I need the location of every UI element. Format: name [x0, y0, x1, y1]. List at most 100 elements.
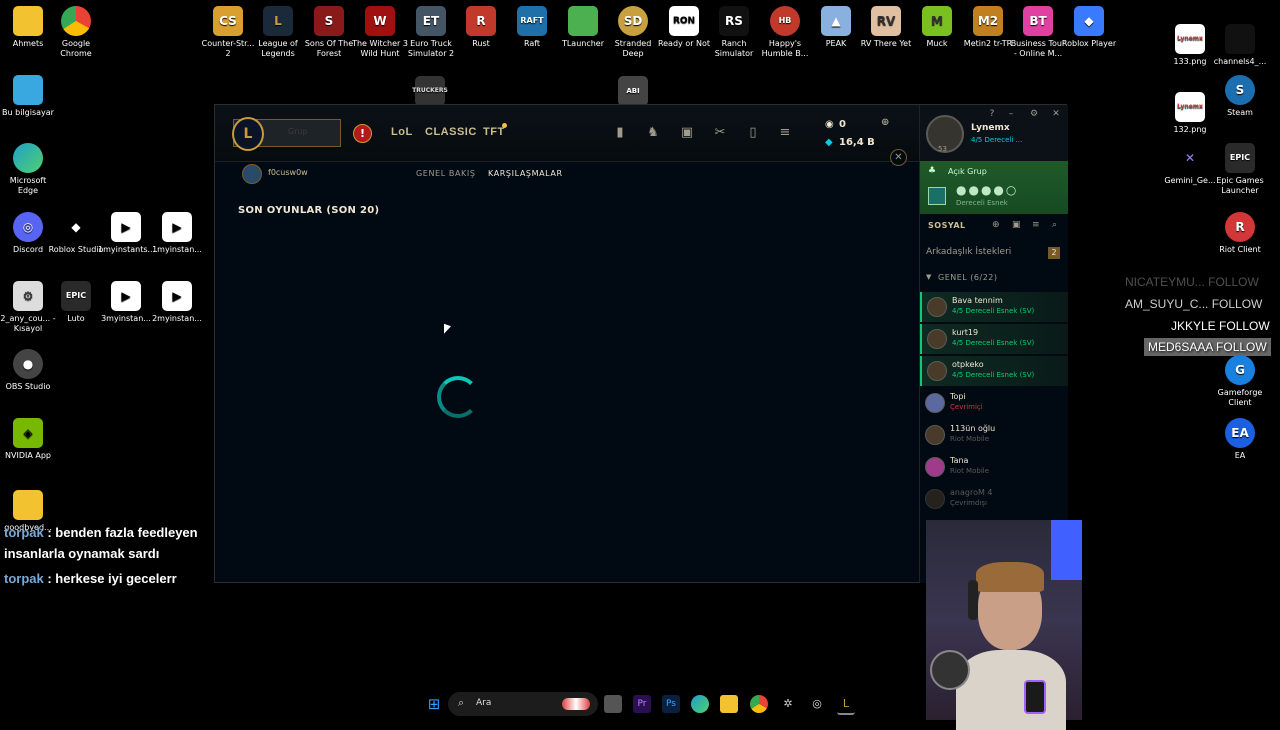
desktop-icon-label: The Witcher 3 Wild Hunt: [352, 39, 408, 58]
desktop-icon-133-png[interactable]: Lynemx 133.png: [1162, 24, 1218, 67]
nav-classic[interactable]: CLASSIC: [425, 126, 477, 138]
desktop-icon-ets2[interactable]: ET Euro Truck Simulator 2: [403, 6, 459, 59]
roblox-studio-icon: ◆: [61, 212, 91, 242]
folder-icon[interactable]: ▣: [1012, 220, 1021, 230]
desktop-icon-sons-of-forest[interactable]: S Sons Of The Forest: [301, 6, 357, 59]
desktop-icon-luto[interactable]: EPIC Luto: [48, 281, 104, 324]
windows-start-icon[interactable]: ⊞: [425, 695, 443, 713]
play-button[interactable]: L Grup: [232, 117, 341, 151]
desktop-icon-business-tour[interactable]: BT Business Tour - Online M...: [1010, 6, 1066, 59]
close-icon[interactable]: ✕: [1050, 109, 1062, 119]
friend-requests-row[interactable]: Arkadaşlık İstekleri 2: [920, 243, 1068, 263]
sotf-icon: S: [314, 6, 344, 36]
desktop-icon-channels4[interactable]: channels4_...: [1212, 24, 1268, 67]
crafting-icon[interactable]: ✂: [711, 124, 729, 142]
tab-overview[interactable]: GENEL BAKIŞ: [416, 169, 476, 178]
friend-row[interactable]: anagroM 4 Çevrimdışı: [920, 484, 1066, 514]
friend-row[interactable]: kurt19 4/5 Dereceli Esnek (SV): [920, 324, 1068, 354]
chat-username: torpak: [4, 571, 44, 586]
desktop-icon-metin2[interactable]: M2 Metin2 tr-TR: [960, 6, 1016, 49]
friend-row[interactable]: otpkeko 4/5 Dereceli Esnek (SV): [920, 356, 1068, 386]
friend-row[interactable]: Tana Riot Mobile: [920, 452, 1066, 482]
desktop-icon-epic-launcher[interactable]: EPIC Epic Games Launcher: [1212, 143, 1268, 196]
summoner-name: f0cusw0w: [268, 168, 308, 177]
desktop-icon-muck[interactable]: M Muck: [909, 6, 965, 49]
desktop-icon-ea[interactable]: EA EA: [1212, 418, 1268, 461]
add-rp-icon[interactable]: ⊕: [881, 117, 889, 128]
help-icon[interactable]: ?: [986, 109, 998, 119]
close-profile-button[interactable]: ✕: [890, 149, 907, 166]
desktop-icon-label: Discord: [12, 245, 44, 254]
desktop-icon-gemini[interactable]: ✕ Gemini_Ge...: [1162, 143, 1218, 186]
friend-row[interactable]: Topi Çevrimiçi: [920, 388, 1066, 418]
play-file-icon: ▶: [162, 212, 192, 242]
app-icon[interactable]: ◎: [808, 695, 826, 713]
inventory-icon[interactable]: ▣: [678, 124, 696, 142]
app-icon[interactable]: ✲: [779, 695, 797, 713]
alert-icon[interactable]: !: [353, 124, 372, 143]
desktop-icon-stranded-deep[interactable]: SD Stranded Deep: [605, 6, 661, 59]
summoner-pill[interactable]: f0cusw0w: [242, 164, 392, 184]
desktop-icon-myinstants-2[interactable]: ▶ 1myinstan...: [149, 212, 205, 255]
desktop-icon-myinstants-4[interactable]: ▶ 2myinstan...: [149, 281, 205, 324]
desktop-icon-humble[interactable]: HB Happy's Humble B...: [757, 6, 813, 59]
store-icon[interactable]: ▯: [744, 124, 762, 142]
desktop-icon-ranch-simulator[interactable]: RS Ranch Simulator: [706, 6, 762, 59]
desktop-icon-tlauncher[interactable]: TLauncher: [555, 6, 611, 49]
friend-requests-count: 2: [1048, 247, 1060, 259]
champion-icon[interactable]: ♞: [644, 124, 662, 142]
open-party-panel[interactable]: ♣ Açık Grup ●●●●○ Dereceli Esnek: [920, 161, 1068, 214]
add-friend-icon[interactable]: ⊕: [992, 220, 1000, 230]
desktop-icon-lol[interactable]: L League of Legends: [250, 6, 306, 59]
desktop-icon-label: Metin2 tr-TR: [963, 39, 1013, 48]
desktop-icon-witcher3[interactable]: W The Witcher 3 Wild Hunt: [352, 6, 408, 59]
desktop-icon-peak[interactable]: ▲ PEAK: [808, 6, 864, 49]
desktop-icon-label: OBS Studio: [5, 382, 51, 391]
gear-icon[interactable]: ⚙: [1028, 109, 1040, 119]
desktop-icon-nvidia[interactable]: ◈ NVIDIA App: [0, 418, 56, 461]
desktop-icon-this-pc[interactable]: Bu bilgisayar: [0, 75, 56, 118]
desktop-icon-myinstants-1[interactable]: ▶ 1myinstants....: [98, 212, 158, 255]
desktop-icon-label: EA: [1234, 451, 1246, 460]
desktop-icon-ready-or-not[interactable]: RON Ready or Not: [656, 6, 712, 49]
desktop-icon-label: Happy's Humble B...: [761, 39, 809, 58]
edge-icon[interactable]: [691, 695, 709, 713]
desktop-icon-riot-client[interactable]: R Riot Client: [1212, 212, 1268, 255]
file-explorer-icon[interactable]: [720, 695, 738, 713]
friend-status: Riot Mobile: [950, 435, 990, 443]
friend-name: otpkeko: [952, 360, 984, 369]
general-group-header[interactable]: ▼ GENEL (6/22): [920, 271, 1068, 285]
desktop-icon-google-chrome[interactable]: Google Chrome: [48, 6, 104, 59]
play-file-icon: ▶: [111, 281, 141, 311]
nav-lol[interactable]: LoL: [391, 126, 413, 138]
desktop-icon-roblox-player[interactable]: ◆ Roblox Player: [1061, 6, 1117, 49]
desktop-icon-rust[interactable]: R Rust: [453, 6, 509, 49]
chevron-down-icon: ▼: [926, 273, 932, 281]
desktop-icon-raft[interactable]: RAFT Raft: [504, 6, 560, 49]
loot-icon[interactable]: ≡: [776, 124, 794, 142]
desktop-icon-edge[interactable]: Microsoft Edge: [0, 143, 56, 196]
desktop-icon-132-png[interactable]: Lynemx 132.png: [1162, 92, 1218, 135]
tab-match-history[interactable]: KARŞILAŞMALAR: [488, 169, 563, 178]
desktop-icon-steam[interactable]: S Steam: [1212, 75, 1268, 118]
desktop-icon-label: Roblox Player: [1061, 39, 1117, 48]
premiere-icon[interactable]: Pr: [633, 695, 651, 713]
desktop-icon-obs[interactable]: ● OBS Studio: [0, 349, 56, 392]
search-icon[interactable]: ⌕: [1052, 220, 1057, 230]
desktop-icon-roblox-studio[interactable]: ◆ Roblox Studio: [48, 212, 104, 255]
nav-tft[interactable]: TFT: [483, 126, 505, 138]
list-icon[interactable]: ≡: [1032, 220, 1040, 230]
desktop-icon-rv-there-yet[interactable]: RV RV There Yet: [858, 6, 914, 49]
desktop-icon-cs2[interactable]: CS Counter-Str... 2: [200, 6, 256, 59]
chrome-icon[interactable]: [750, 695, 768, 713]
minimize-icon[interactable]: –: [1005, 109, 1017, 119]
photoshop-icon[interactable]: Ps: [662, 695, 680, 713]
league-taskbar-icon[interactable]: L: [837, 695, 855, 715]
friend-row[interactable]: Bava tennim 4/5 Dereceli Esnek (SV): [920, 292, 1068, 322]
cards-icon[interactable]: ▮: [611, 124, 629, 142]
desktop-icon-myinstants-3[interactable]: ▶ 3myinstan...: [98, 281, 154, 324]
desktop-icon-gameforge[interactable]: G Gameforge Client: [1212, 355, 1268, 408]
taskbar-search[interactable]: ⌕ Ara: [448, 692, 598, 716]
task-view-icon[interactable]: [604, 695, 622, 713]
friend-row[interactable]: 113ün oğlu Riot Mobile: [920, 420, 1066, 450]
